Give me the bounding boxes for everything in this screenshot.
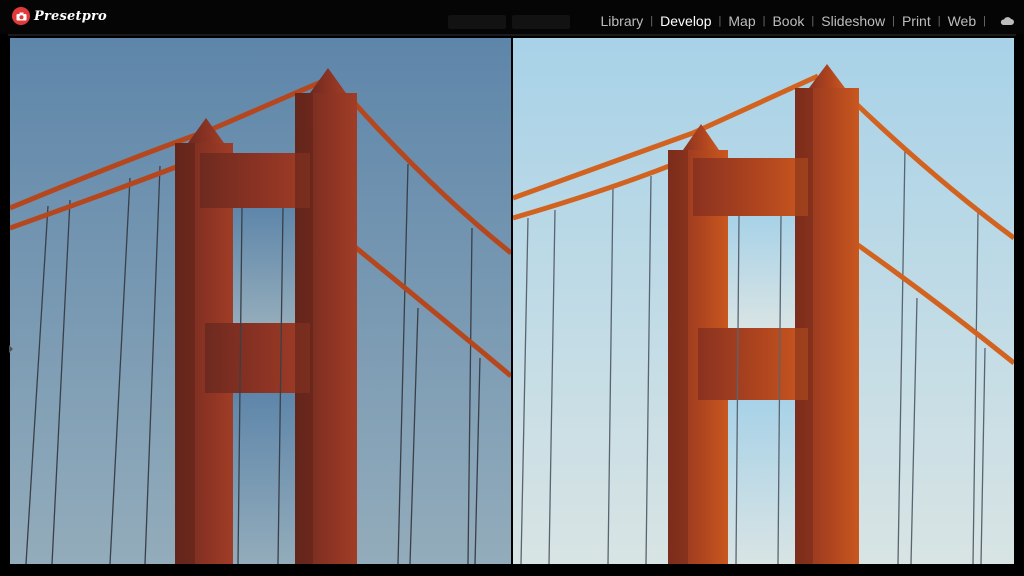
bridge-photo-after	[513, 38, 1014, 564]
module-print[interactable]: Print	[901, 13, 932, 29]
camera-icon	[12, 7, 30, 25]
top-bar: Presetpro Library | Develop | Map | Book…	[0, 0, 1024, 34]
module-separator: |	[983, 15, 986, 27]
module-separator: |	[811, 15, 815, 27]
module-picker: Library | Develop | Map | Book | Slidesh…	[599, 13, 1014, 29]
photo-viewer	[8, 34, 1016, 564]
left-panel-toggle[interactable]	[9, 345, 13, 353]
module-map[interactable]: Map	[727, 13, 756, 29]
bridge-photo-before	[10, 38, 511, 564]
top-tab[interactable]	[448, 15, 506, 29]
module-slideshow[interactable]: Slideshow	[820, 13, 886, 29]
top-tab[interactable]	[512, 15, 570, 29]
module-develop[interactable]: Develop	[659, 13, 712, 29]
after-photo	[513, 38, 1014, 564]
module-library[interactable]: Library	[599, 13, 644, 29]
logo-text: Presetpro	[34, 8, 107, 24]
module-separator: |	[937, 15, 941, 27]
top-tab-strip	[448, 15, 572, 29]
before-photo	[10, 38, 511, 564]
module-separator: |	[650, 15, 654, 27]
cloud-icon[interactable]	[1000, 16, 1014, 26]
module-separator: |	[718, 15, 722, 27]
module-separator: |	[762, 15, 766, 27]
module-book[interactable]: Book	[771, 13, 805, 29]
module-separator: |	[892, 15, 895, 27]
module-web[interactable]: Web	[947, 13, 978, 29]
app-logo: Presetpro	[12, 6, 107, 26]
